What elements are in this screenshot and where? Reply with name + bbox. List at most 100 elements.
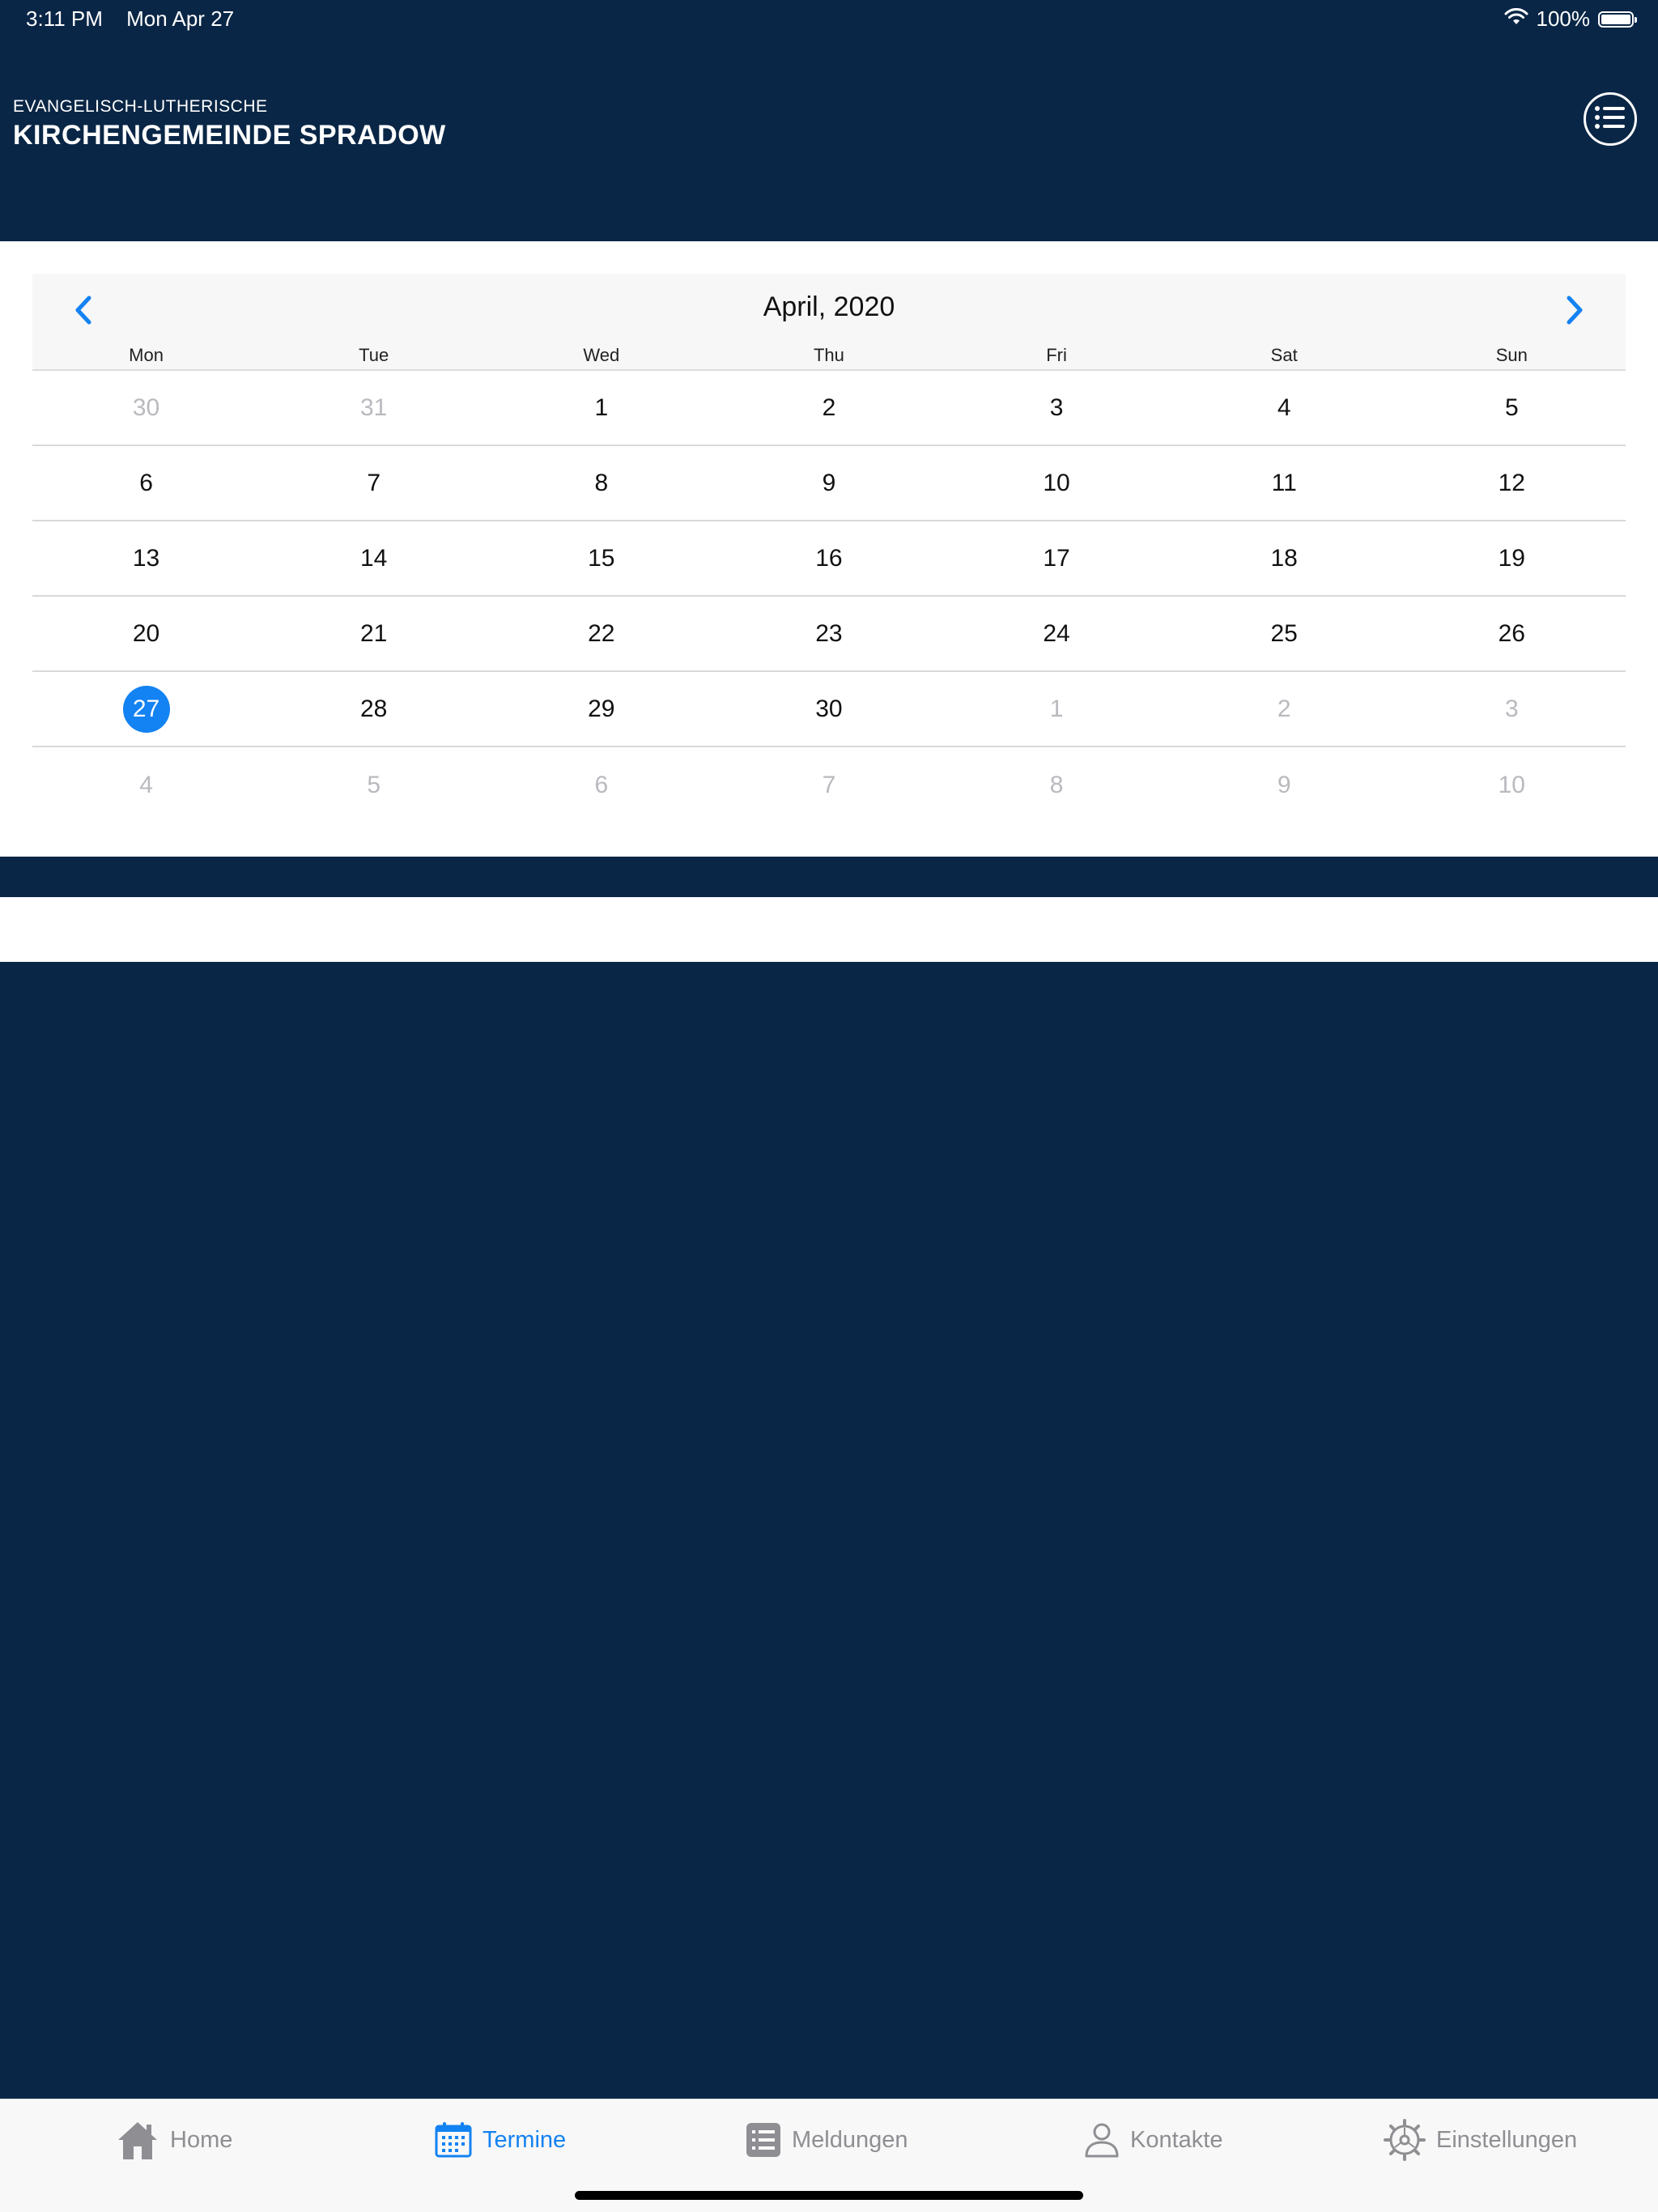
next-month-button[interactable]: [1553, 290, 1593, 330]
day-number: 5: [367, 771, 381, 798]
calendar-week: 13 14 15 16 17 18 19: [32, 521, 1626, 597]
status-bar: 3:11 PM Mon Apr 27 100%: [0, 0, 1658, 39]
day-number: 26: [1498, 619, 1525, 647]
day-number: 23: [815, 619, 843, 647]
calendar: April, 2020 Mon Tue Wed Thu Fri Sat Sun …: [0, 241, 1658, 857]
weekday-label: Thu: [813, 345, 844, 365]
calendar-day[interactable]: 13: [32, 521, 260, 595]
calendar-day[interactable]: 8: [487, 446, 715, 520]
day-number: 22: [588, 619, 615, 647]
calendar-icon: [434, 2121, 473, 2159]
calendar-day-selected[interactable]: 27: [32, 672, 260, 746]
tab-label: Home: [170, 2126, 233, 2153]
calendar-day[interactable]: 19: [1398, 521, 1626, 595]
weekday-label: Mon: [129, 345, 164, 365]
calendar-day[interactable]: 3: [943, 371, 1171, 445]
calendar-day[interactable]: 16: [715, 521, 942, 595]
calendar-day[interactable]: 12: [1398, 446, 1626, 520]
calendar-day[interactable]: 7: [260, 446, 487, 520]
tab-kontakte[interactable]: Kontakte: [1083, 2116, 1222, 2164]
day-number: 18: [1270, 544, 1298, 572]
status-date: Mon Apr 27: [126, 6, 235, 31]
day-number: 6: [594, 771, 609, 798]
calendar-day[interactable]: 2: [715, 371, 942, 445]
app-header: EVANGELISCH-LUTHERISCHE KIRCHENGEMEINDE …: [0, 39, 1658, 241]
tab-label: Einstellungen: [1436, 2126, 1578, 2153]
calendar-day[interactable]: 14: [260, 521, 487, 595]
calendar-day[interactable]: 28: [260, 672, 487, 746]
day-number: 3: [1504, 695, 1519, 722]
calendar-day[interactable]: 5: [1398, 371, 1626, 445]
calendar-day[interactable]: 24: [943, 597, 1171, 670]
calendar-day[interactable]: 1: [943, 672, 1171, 746]
day-number: 6: [139, 469, 153, 496]
day-number: 3: [1049, 393, 1064, 421]
calendar-week: 27 28 29 30 1 2 3: [32, 672, 1626, 747]
weekday-label: Tue: [359, 345, 389, 365]
calendar-day[interactable]: 30: [715, 672, 942, 746]
calendar-day[interactable]: 17: [943, 521, 1171, 595]
events-list: [0, 897, 1658, 962]
calendar-day[interactable]: 1: [487, 371, 715, 445]
calendar-week: 6 7 8 9 10 11 12: [32, 446, 1626, 521]
calendar-day[interactable]: 9: [1171, 747, 1398, 823]
day-number: 10: [1498, 771, 1525, 798]
calendar-day[interactable]: 25: [1171, 597, 1398, 670]
calendar-day[interactable]: 20: [32, 597, 260, 670]
day-number: 29: [588, 695, 615, 722]
day-number: 8: [1049, 771, 1064, 798]
calendar-day[interactable]: 10: [943, 446, 1171, 520]
day-number: 30: [132, 393, 160, 421]
day-number: 12: [1498, 469, 1525, 496]
calendar-day[interactable]: 30: [32, 371, 260, 445]
calendar-day[interactable]: 11: [1171, 446, 1398, 520]
tab-label: Termine: [483, 2126, 567, 2153]
day-number: 11: [1271, 469, 1297, 496]
calendar-day[interactable]: 6: [487, 747, 715, 823]
tab-home[interactable]: Home: [115, 2116, 232, 2164]
calendar-day[interactable]: 31: [260, 371, 487, 445]
calendar-day[interactable]: 22: [487, 597, 715, 670]
weekday-row: Mon Tue Wed Thu Fri Sat Sun: [32, 345, 1626, 366]
calendar-day[interactable]: 3: [1398, 672, 1626, 746]
calendar-day[interactable]: 9: [715, 446, 942, 520]
header-subtitle: EVANGELISCH-LUTHERISCHE: [13, 97, 268, 116]
day-number: 2: [1277, 695, 1291, 722]
calendar-day[interactable]: 18: [1171, 521, 1398, 595]
list-icon: [1594, 104, 1626, 134]
day-number: 8: [594, 469, 609, 496]
battery-icon: [1598, 11, 1637, 28]
day-number: 31: [360, 393, 388, 421]
month-title: April, 2020: [763, 291, 895, 322]
day-number: 17: [1043, 544, 1070, 572]
day-number: 5: [1504, 393, 1519, 421]
calendar-day[interactable]: 29: [487, 672, 715, 746]
calendar-day[interactable]: 26: [1398, 597, 1626, 670]
day-number: 28: [360, 695, 388, 722]
calendar-day[interactable]: 21: [260, 597, 487, 670]
day-number: 7: [822, 771, 836, 798]
chevron-right-icon: [1553, 296, 1593, 334]
tab-termine[interactable]: Termine: [434, 2116, 566, 2164]
calendar-day[interactable]: 8: [943, 747, 1171, 823]
calendar-day[interactable]: 15: [487, 521, 715, 595]
day-number: 9: [822, 469, 836, 496]
tab-meldungen[interactable]: Meldungen: [745, 2116, 908, 2164]
tab-label: Meldungen: [792, 2126, 908, 2153]
day-number: 14: [360, 544, 388, 572]
calendar-day[interactable]: 4: [32, 747, 260, 823]
battery-percent: 100%: [1536, 6, 1591, 31]
calendar-day[interactable]: 7: [715, 747, 942, 823]
tab-einstellungen[interactable]: Einstellungen: [1383, 2116, 1577, 2164]
calendar-day[interactable]: 23: [715, 597, 942, 670]
calendar-day[interactable]: 6: [32, 446, 260, 520]
calendar-header: April, 2020 Mon Tue Wed Thu Fri Sat Sun: [32, 274, 1626, 371]
wifi-icon: [1504, 6, 1528, 32]
calendar-day[interactable]: 5: [260, 747, 487, 823]
calendar-day[interactable]: 2: [1171, 672, 1398, 746]
calendar-day[interactable]: 4: [1171, 371, 1398, 445]
calendar-day[interactable]: 10: [1398, 747, 1626, 823]
day-number: 21: [360, 619, 388, 647]
menu-button[interactable]: [1584, 92, 1637, 146]
person-icon: [1083, 2121, 1120, 2159]
